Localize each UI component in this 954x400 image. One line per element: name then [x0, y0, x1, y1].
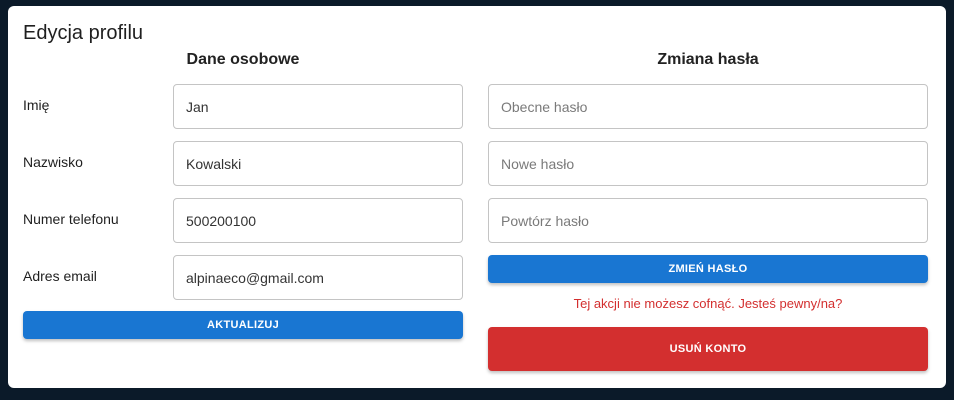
phone-label: Numer telefonu	[23, 211, 119, 227]
delete-account-button[interactable]: USUŃ KONTO	[488, 327, 928, 371]
change-password-button[interactable]: ZMIEŃ HASŁO	[488, 255, 928, 283]
email-input[interactable]	[173, 255, 463, 300]
email-label: Adres email	[23, 268, 97, 284]
current-password-input[interactable]	[488, 84, 928, 129]
profile-edit-card: Edycja profilu Dane osobowe Imię Nazwisk…	[8, 6, 946, 388]
first-name-label: Imię	[23, 97, 50, 113]
page-title: Edycja profilu	[23, 22, 144, 44]
last-name-input[interactable]	[173, 141, 463, 186]
phone-input[interactable]	[173, 198, 463, 243]
first-name-input[interactable]	[173, 84, 463, 129]
new-password-input[interactable]	[488, 141, 928, 186]
personal-data-heading: Dane osobowe	[186, 51, 300, 68]
delete-warning-text: Tej akcji nie możesz cofnąć. Jesteś pewn…	[573, 296, 843, 311]
password-change-heading: Zmiana hasła	[657, 51, 759, 68]
repeat-password-input[interactable]	[488, 198, 928, 243]
last-name-label: Nazwisko	[23, 154, 83, 170]
update-button[interactable]: AKTUALIZUJ	[23, 311, 463, 339]
